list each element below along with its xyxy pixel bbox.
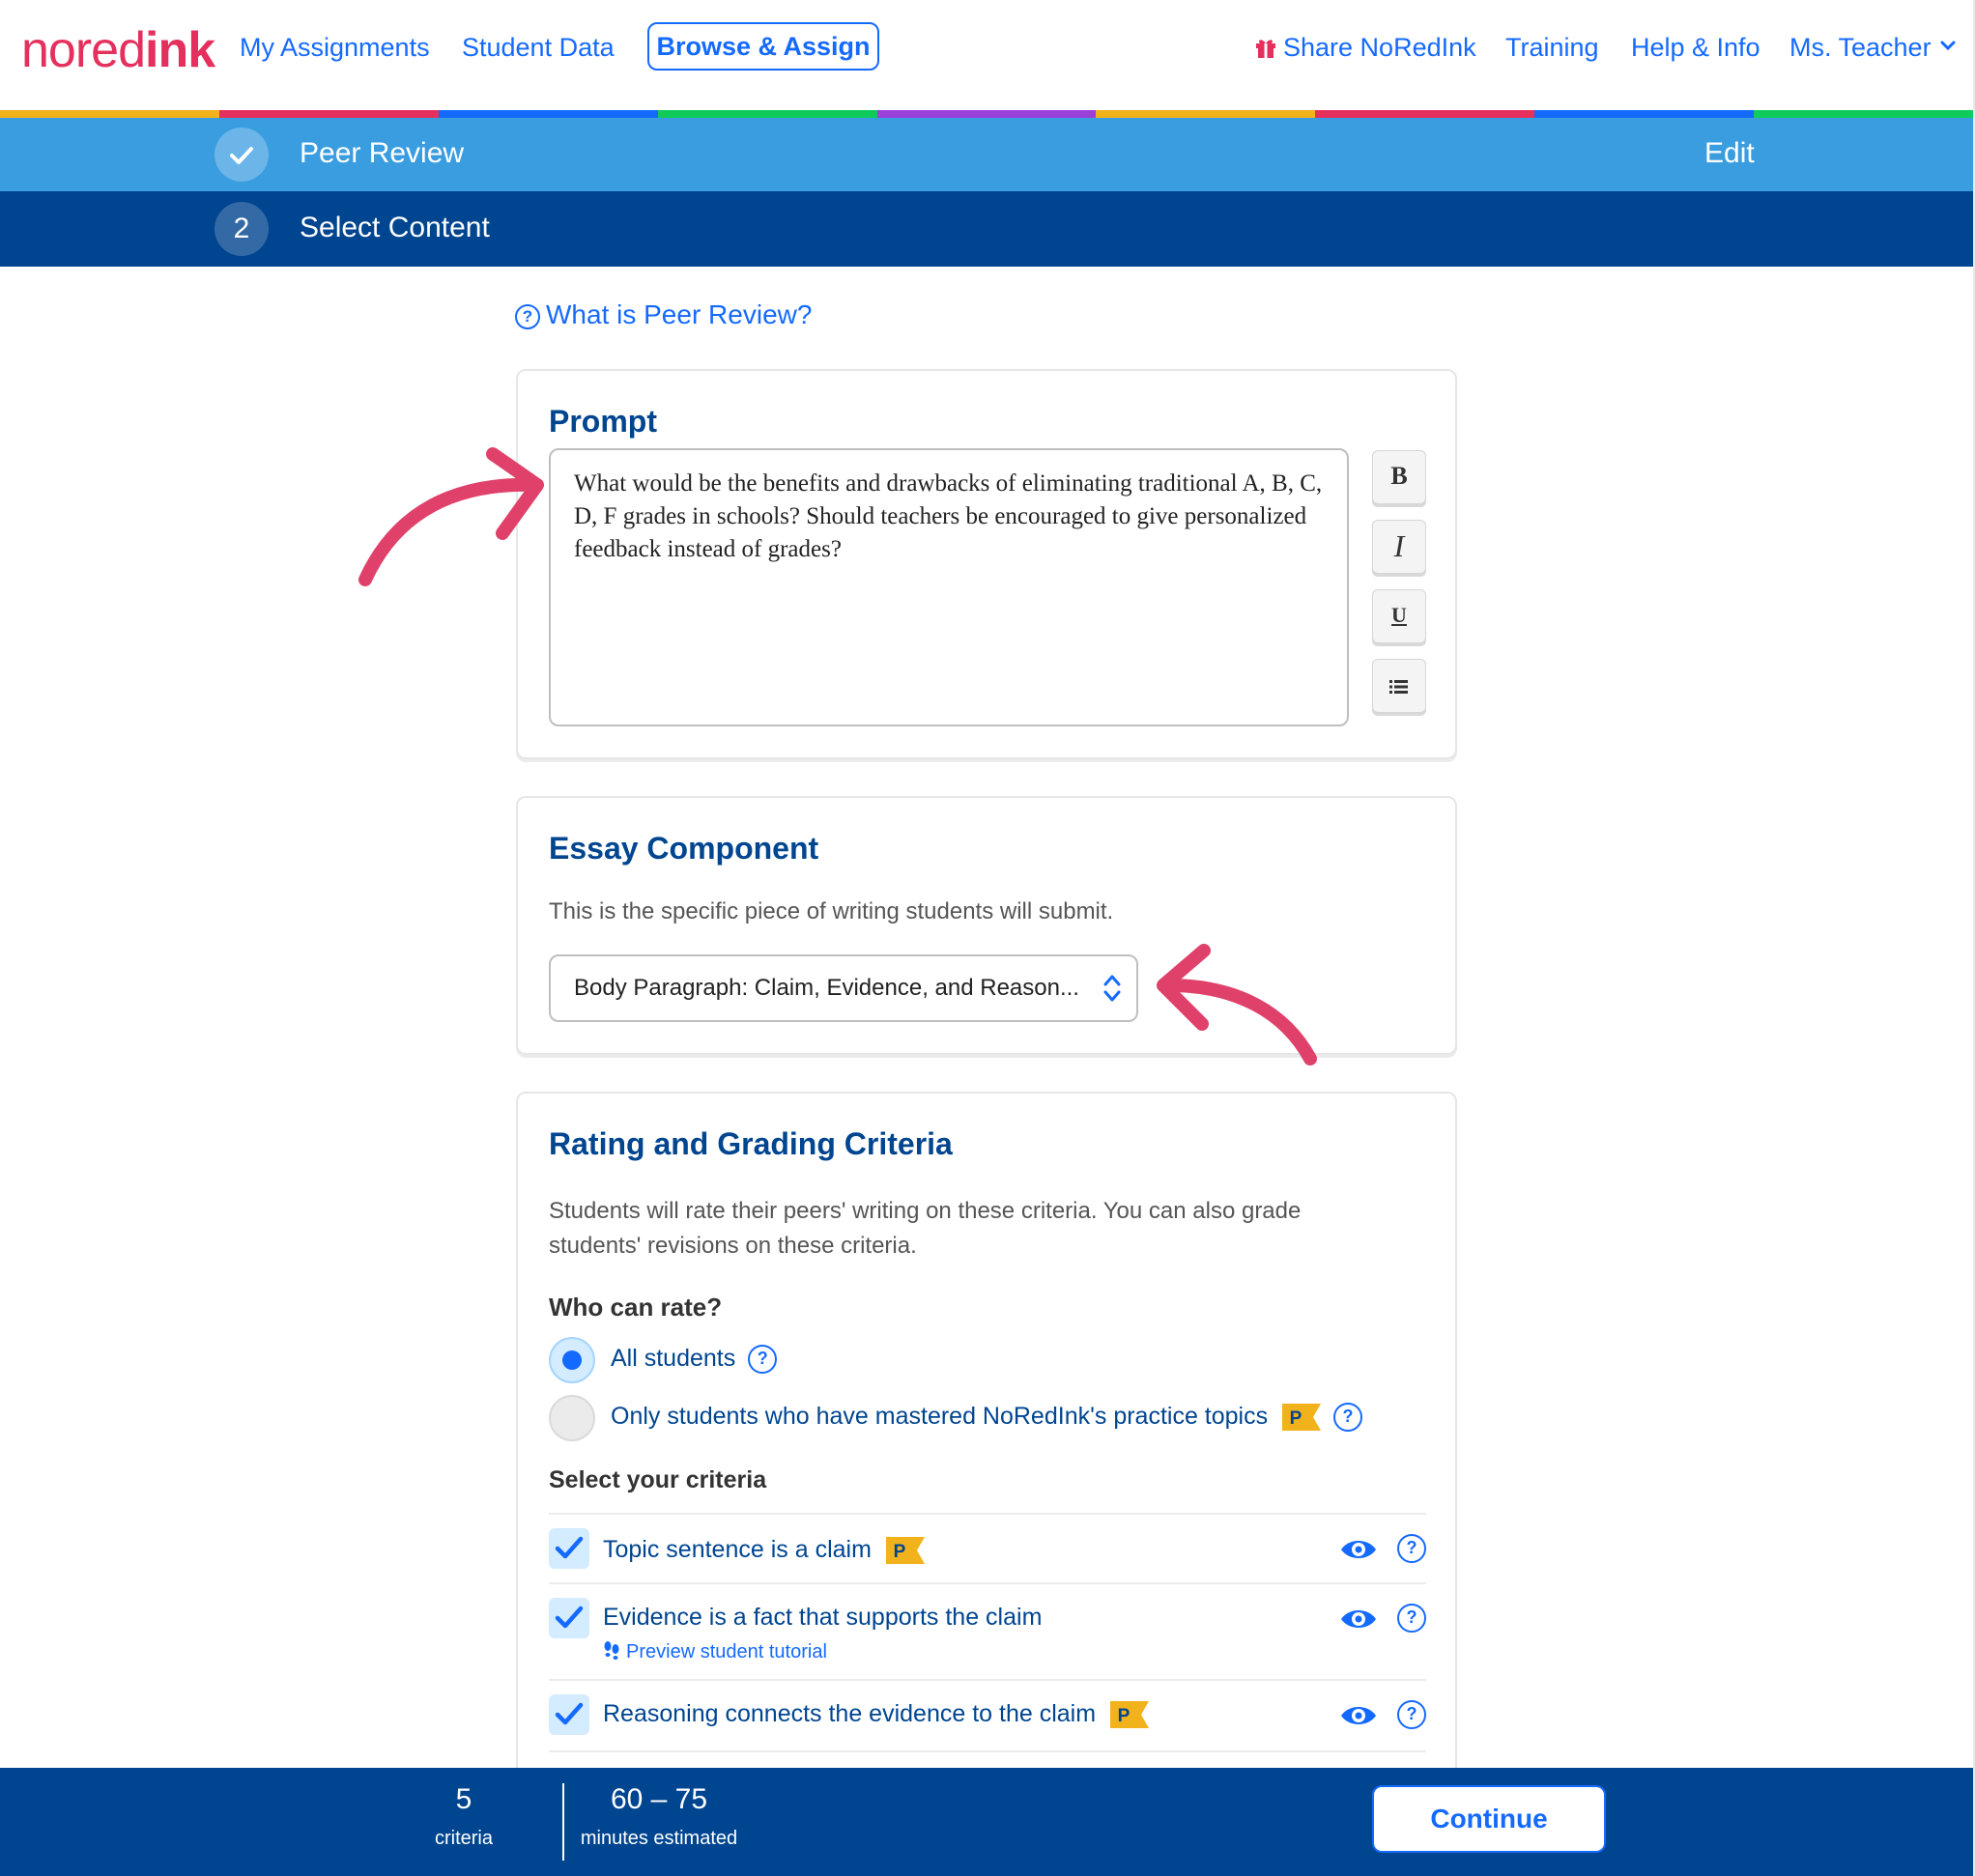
help-question-icon[interactable]: ? [748,1345,778,1375]
card-description: Students will rate their peers' writing … [549,1198,1302,1259]
rainbow-segment [218,110,439,118]
list-icon [1389,680,1408,695]
rainbow-segment [438,110,658,118]
premium-badge-icon: P [1282,1404,1322,1432]
svg-text:P: P [1118,1706,1131,1726]
prompt-card: Prompt What would be the benefits and dr… [516,369,1457,759]
preview-eye-icon[interactable] [1339,1702,1378,1729]
question-icon: ? [515,304,540,329]
prompt-editor[interactable]: What would be the benefits and drawbacks… [549,448,1349,726]
annotation-arrow-icon [1157,944,1317,1066]
step-number: 2 [215,202,269,256]
essay-component-select[interactable]: Body Paragraph: Claim, Evidence, and Rea… [549,954,1138,1022]
bullet-list-button[interactable] [1372,659,1426,713]
check-icon [555,1702,584,1725]
radio-unselected[interactable] [549,1395,595,1441]
criterion-row: Evidence is a fact that supports the cla… [549,1582,1426,1681]
rainbow-segment [1096,110,1316,118]
chevron-down-icon [1940,41,1956,51]
criterion-label: Reasoning connects the evidence to the c… [603,1700,1097,1727]
criterion-checkbox[interactable] [549,1598,589,1638]
card-title: Prompt [549,404,657,439]
nav-share-noredink[interactable]: Share NoRedInk [1254,33,1476,63]
what-is-peer-review-link[interactable]: ? What is Peer Review? [515,299,812,330]
check-icon [230,147,253,164]
preview-eye-icon[interactable] [1339,1606,1378,1633]
card-description: This is the specific piece of writing st… [549,898,1114,924]
rainbow-segment [1315,110,1535,118]
help-question-icon[interactable]: ? [1397,1604,1426,1633]
preview-tutorial-link[interactable]: Preview student tutorial [603,1640,827,1663]
user-menu[interactable]: Ms. Teacher [1789,33,1957,63]
radio-selected[interactable] [549,1337,595,1383]
card-title: Essay Component [549,831,819,866]
gift-icon [1256,40,1275,58]
noredink-logo[interactable]: noredink [21,21,215,79]
step-peer-review: Peer Review Edit [0,118,1973,191]
nav-help-info[interactable]: Help & Info [1631,33,1760,63]
rainbow-segment [0,110,219,118]
annotation-arrow-icon [358,447,544,586]
help-question-icon[interactable]: ? [1333,1403,1363,1433]
criterion-checkbox[interactable] [549,1694,589,1735]
step-select-content: 2 Select Content [0,191,1973,267]
premium-badge-icon: P [1110,1701,1149,1729]
continue-button[interactable]: Continue [1372,1785,1606,1853]
nav-student-data[interactable]: Student Data [462,33,615,63]
footprints-icon [604,1641,619,1660]
italic-button[interactable]: I [1372,520,1426,574]
criterion-row: Reasoning connects the evidence to the c… [549,1679,1426,1752]
radio-mastered-students[interactable]: Only students who have mastered NoRedInk… [549,1395,1426,1443]
criterion-label: Evidence is a fact that supports the cla… [603,1604,1043,1631]
rainbow-segment [876,110,1097,118]
rainbow-segment [1754,110,1974,118]
rating-criteria-card: Rating and Grading Criteria Students wil… [516,1092,1457,1826]
nav-training[interactable]: Training [1505,33,1599,63]
rainbow-stripe [0,110,1974,118]
minutes-estimate-label: minutes estimated [580,1828,738,1849]
criterion-label: Topic sentence is a claim [603,1536,872,1563]
svg-text:P: P [894,1542,906,1562]
radio-all-students[interactable]: All students ? [549,1337,1129,1385]
nav-browse-assign[interactable]: Browse & Assign [647,22,879,71]
rainbow-segment [1534,110,1755,118]
step-label: Select Content [300,212,490,243]
rainbow-segment [657,110,877,118]
who-can-rate-heading: Who can rate? [549,1293,723,1322]
nav-my-assignments[interactable]: My Assignments [240,33,430,63]
check-icon [555,1536,584,1559]
step-complete-marker [215,128,269,182]
select-criteria-heading: Select your criteria [549,1466,767,1493]
criterion-row: Topic sentence is a claim P ? [549,1513,1426,1584]
criterion-checkbox[interactable] [549,1528,589,1569]
preview-eye-icon[interactable] [1339,1536,1378,1563]
criteria-count: 5 [455,1783,472,1815]
check-icon [555,1606,584,1629]
help-question-icon[interactable]: ? [1397,1700,1426,1729]
summary-footer: 5 criteria 60 – 75 minutes estimated Con… [0,1768,1973,1876]
top-navigation: noredink My Assignments Student Data Bro… [0,0,1973,110]
underline-button[interactable]: U [1372,589,1426,643]
premium-badge-icon: P [885,1537,925,1565]
minutes-estimate: 60 – 75 [610,1783,708,1815]
edit-step-link[interactable]: Edit [1704,137,1755,170]
svg-text:P: P [1290,1408,1302,1429]
select-arrows-icon [1103,975,1121,1002]
help-question-icon[interactable]: ? [1397,1534,1426,1563]
criteria-count-label: criteria [434,1828,493,1849]
card-title: Rating and Grading Criteria [549,1126,953,1161]
bold-button[interactable]: B [1372,450,1426,504]
step-label: Peer Review [300,137,465,169]
